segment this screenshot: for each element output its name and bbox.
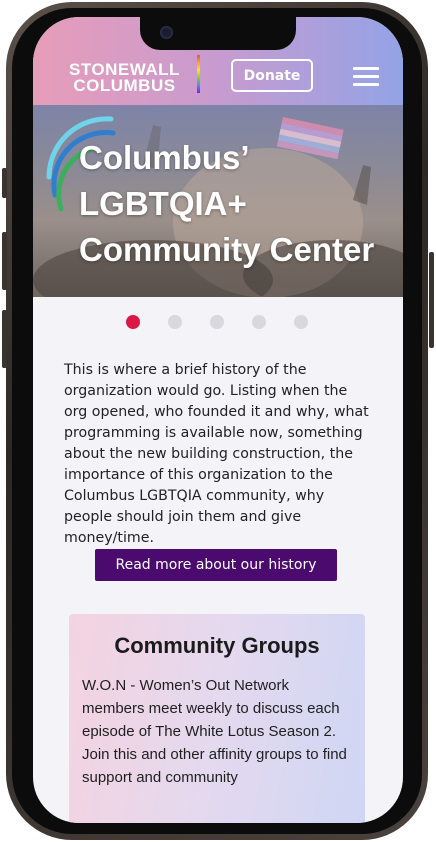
phone-volume-up xyxy=(2,232,7,290)
phone-power-button xyxy=(429,252,434,348)
donate-button[interactable]: Donate xyxy=(231,59,313,92)
front-camera-icon xyxy=(160,26,173,39)
stonewall-columbus-logo[interactable]: STONEWALL COLUMBUS xyxy=(69,61,180,95)
phone-volume-down xyxy=(2,310,7,368)
logo-rainbow-bar xyxy=(197,55,200,93)
phone-mute-switch xyxy=(2,168,7,198)
community-groups-card: Community Groups W.O.N - Women’s Out Net… xyxy=(69,614,365,823)
hamburger-menu-icon[interactable] xyxy=(353,67,379,87)
carousel-dot-2[interactable] xyxy=(168,315,182,329)
community-groups-text: W.O.N - Women’s Out Network members meet… xyxy=(82,677,347,786)
carousel-dot-3[interactable] xyxy=(210,315,224,329)
history-summary-text: This is where a brief history of the org… xyxy=(64,362,369,546)
hero-banner: Columbus’ LGBTQIA+ Community Center xyxy=(33,105,403,297)
community-groups-title: Community Groups xyxy=(114,633,320,658)
hero-title-line-2: LGBTQIA+ xyxy=(79,185,247,222)
carousel-dots xyxy=(33,315,403,329)
hero-title-line-1: Columbus’ xyxy=(79,139,250,176)
read-history-button[interactable]: Read more about our history xyxy=(95,549,337,581)
notch xyxy=(140,17,296,50)
carousel-dot-4[interactable] xyxy=(252,315,266,329)
carousel-dot-1[interactable] xyxy=(126,315,140,329)
hero-title: Columbus’ LGBTQIA+ Community Center xyxy=(79,135,399,273)
hero-title-line-3: Community Center xyxy=(79,231,375,268)
logo-line-2: COLUMBUS xyxy=(73,76,176,95)
phone-screen: STONEWALL COLUMBUS Donate Columbus’ LGBT… xyxy=(33,17,403,823)
carousel-dot-5[interactable] xyxy=(294,315,308,329)
